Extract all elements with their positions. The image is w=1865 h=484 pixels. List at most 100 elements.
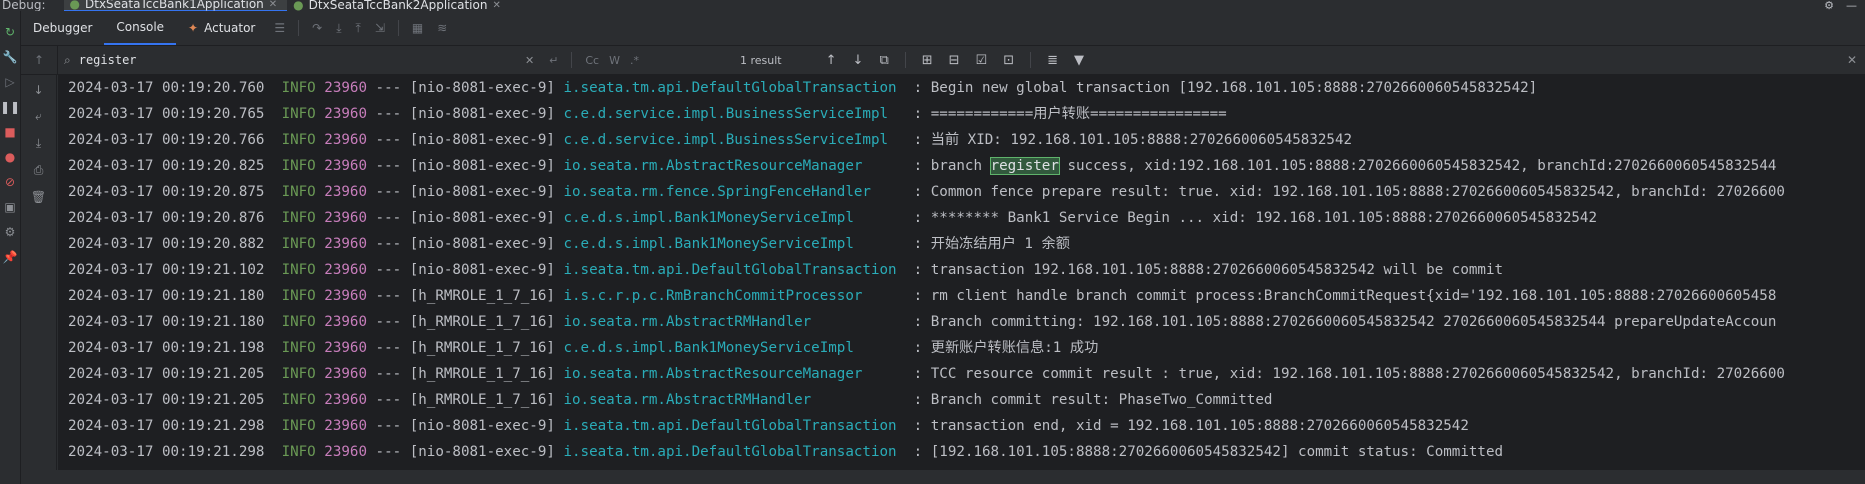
log-line: 2024-03-17 00:19:21.102 INFO 23960 --- [… [58,257,1865,283]
log-logger[interactable]: c.e.d.s.impl.Bank1MoneyServiceImpl [563,210,905,226]
log-logger[interactable]: io.seata.rm.AbstractResourceManager [563,158,905,174]
filter-icon[interactable]: ▼ [1074,53,1084,68]
scroll-down-icon[interactable]: ↓ [33,83,43,97]
trash-icon[interactable]: 🗑 [31,190,46,204]
new-line-icon[interactable]: ↵ [549,54,558,67]
search-input[interactable] [76,52,515,68]
clear-search-icon[interactable]: ✕ [525,54,534,67]
close-icon[interactable]: ✕ [492,0,500,11]
view-breakpoints-icon[interactable]: ● [3,150,17,164]
log-timestamp: 2024-03-17 00:19:21.180 [68,288,265,304]
step-into-icon[interactable]: ⤓ [336,21,341,36]
run-tab-bank2[interactable]: ● DtxSeataTccBank2Application ✕ [287,0,511,11]
select-all-occurrences-icon[interactable]: ☑ [976,53,988,68]
close-icon[interactable]: ✕ [269,0,277,10]
debug-toolbar: Debug: ● DtxSeataTccBank1Application ✕ ●… [0,0,1865,11]
log-thread: --- [nio-8081-exec-9] [375,132,555,148]
log-level: INFO [281,236,316,252]
trace-icon[interactable]: ≋ [437,21,447,35]
log-level: INFO [281,288,316,304]
soft-wrap-icon[interactable]: ≣ [1047,53,1058,68]
tab-actuator[interactable]: ✦ Actuator [176,11,267,45]
log-logger[interactable]: i.seata.tm.api.DefaultGlobalTransaction [563,262,905,278]
log-level: INFO [281,106,316,122]
add-selection-icon[interactable]: ⊞ [922,53,933,68]
regex-toggle[interactable]: .* [630,54,639,67]
match-case-toggle[interactable]: Cc [585,54,599,67]
log-thread: --- [nio-8081-exec-9] [375,444,555,460]
run-to-cursor-icon[interactable]: ⇲ [375,21,385,35]
log-logger[interactable]: io.seata.rm.AbstractRMHandler [563,392,905,408]
log-line: 2024-03-17 00:19:21.298 INFO 23960 --- [… [58,439,1865,465]
log-pid: 23960 [324,366,367,382]
pin-icon[interactable]: 📌 [3,250,18,264]
log-line: 2024-03-17 00:19:21.298 INFO 23960 --- [… [58,413,1865,439]
log-logger[interactable]: io.seata.rm.fence.SpringFenceHandler [563,184,905,200]
log-thread: --- [h_RMROLE_1_7_16] [375,314,555,330]
find-window-icon[interactable]: ⧉ [879,53,888,68]
previous-occurrence-icon[interactable]: ↑ [826,53,837,68]
log-message: ******** Bank1 Service Begin ... xid: 19… [930,210,1598,226]
separator [904,52,906,68]
next-occurrence-icon[interactable]: ↓ [853,53,864,68]
actuator-icon: ✦ [188,21,199,35]
log-thread: --- [nio-8081-exec-9] [375,210,555,226]
scroll-to-end-icon[interactable]: ⤓ [36,136,41,151]
soft-wraps-icon[interactable]: ⤶ [35,109,42,124]
gear-icon[interactable]: ⚙ [1824,0,1834,11]
log-logger[interactable]: c.e.d.service.impl.BusinessServiceImpl [563,106,905,122]
log-logger[interactable]: c.e.d.service.impl.BusinessServiceImpl [563,132,905,148]
filter-in-selection-icon[interactable]: ⊡ [1003,53,1014,68]
log-thread: --- [nio-8081-exec-9] [375,236,555,252]
close-search-icon[interactable]: ✕ [1847,53,1857,67]
log-logger[interactable]: io.seata.rm.AbstractRMHandler [563,314,905,330]
settings-icon[interactable]: ⚙ [3,225,17,239]
step-out-icon[interactable]: ⤒ [356,21,361,36]
log-message: 当前 XID: 192.168.101.105:8888:27026600605… [930,132,1353,148]
step-over-icon[interactable]: ↷ [312,21,322,35]
camera-icon[interactable]: ▣ [3,200,17,214]
log-logger[interactable]: io.seata.rm.AbstractResourceManager [563,366,905,382]
log-timestamp: 2024-03-17 00:19:20.875 [68,184,265,200]
resume-icon[interactable]: ▷ [3,75,17,89]
log-logger[interactable]: i.s.c.r.p.c.RmBranchCommitProcessor [563,288,905,304]
log-pid: 23960 [324,288,367,304]
log-logger[interactable]: c.e.d.s.impl.Bank1MoneyServiceImpl [563,236,905,252]
evaluate-icon[interactable]: ▦ [412,21,423,35]
log-timestamp: 2024-03-17 00:19:20.882 [68,236,265,252]
minimize-icon[interactable]: — [1846,0,1857,11]
log-level: INFO [281,444,316,460]
console-search-bar: ↑ ⌕ ✕ ↵ Cc W .* 1 result ↑ ↓ ⧉ ⊞ ⊟ ☑ ⊡ ≣… [21,46,1865,75]
remove-selection-icon[interactable]: ⊟ [949,53,960,68]
pause-icon[interactable]: ❚❚ [0,100,20,114]
run-tab-bank1[interactable]: ● DtxSeataTccBank1Application ✕ [63,0,288,11]
log-logger[interactable]: c.e.d.s.impl.Bank1MoneyServiceImpl [563,340,905,356]
log-timestamp: 2024-03-17 00:19:20.825 [68,158,265,174]
whole-words-toggle[interactable]: W [609,54,620,67]
tab-console[interactable]: Console [104,11,177,45]
log-timestamp: 2024-03-17 00:19:21.298 [68,444,265,460]
log-thread: --- [h_RMROLE_1_7_16] [375,392,555,408]
mute-breakpoints-icon[interactable]: ⊘ [3,175,17,189]
log-logger[interactable]: i.seata.tm.api.DefaultGlobalTransaction [563,80,905,96]
log-line: 2024-03-17 00:19:20.876 INFO 23960 --- [… [58,205,1865,231]
log-message: rm client handle branch commit process:B… [930,288,1777,304]
log-logger[interactable]: i.seata.tm.api.DefaultGlobalTransaction [563,418,905,434]
log-separator: : [905,236,931,252]
log-line: 2024-03-17 00:19:21.205 INFO 23960 --- [… [58,387,1865,413]
console-output[interactable]: 2024-03-17 00:19:20.760 INFO 23960 --- [… [58,75,1865,470]
log-separator: : [905,132,931,148]
tab-debugger[interactable]: Debugger [21,11,104,45]
scroll-up-icon[interactable]: ↑ [21,46,58,74]
rerun-icon[interactable]: ↻ [3,25,17,39]
wrench-icon[interactable]: 🔧 [3,50,18,64]
print-icon[interactable]: ⎙ [34,163,44,178]
log-level: INFO [281,392,316,408]
log-pid: 23960 [324,392,367,408]
run-tab-label: DtxSeataTccBank1Application [85,0,264,11]
hamburger-menu-icon[interactable]: ☰ [274,21,285,35]
log-pid: 23960 [324,158,367,174]
log-line: 2024-03-17 00:19:21.198 INFO 23960 --- [… [58,335,1865,361]
stop-icon[interactable]: ■ [3,125,17,139]
log-logger[interactable]: i.seata.tm.api.DefaultGlobalTransaction [563,444,905,460]
